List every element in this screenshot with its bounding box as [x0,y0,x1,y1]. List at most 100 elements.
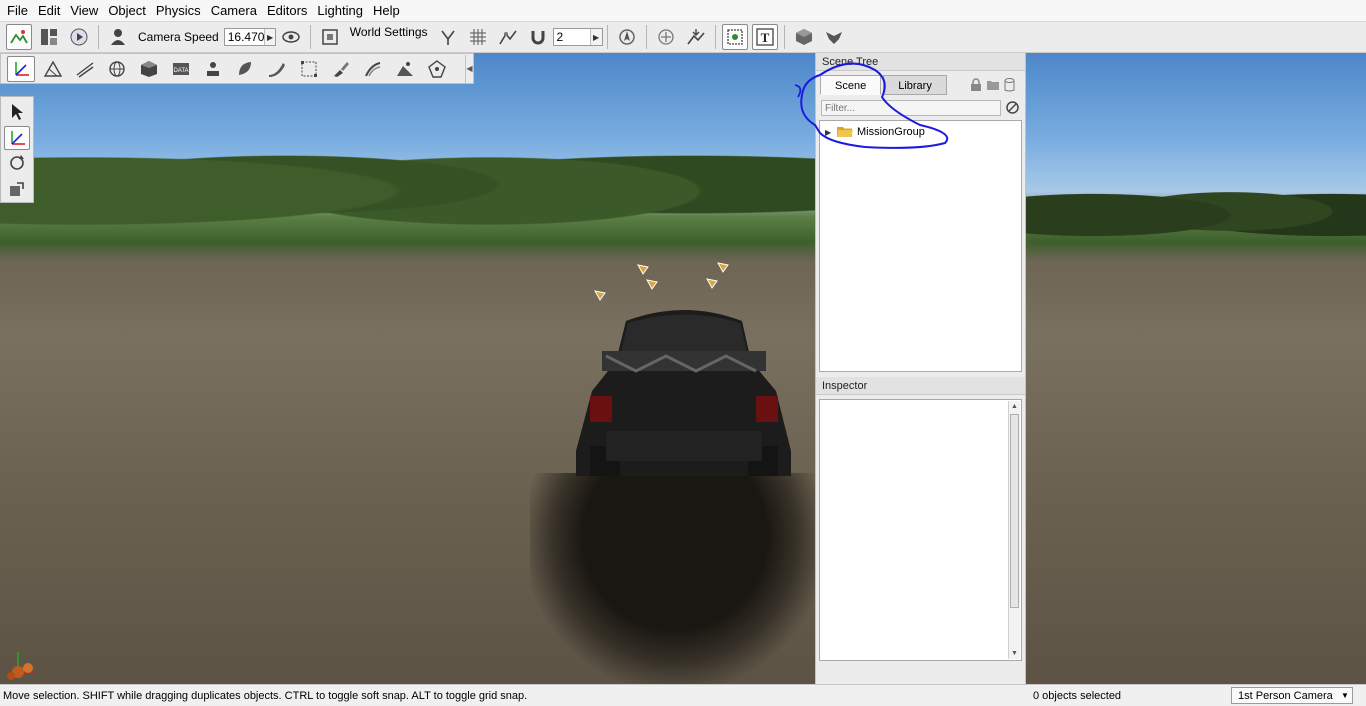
magnet-snap-button[interactable] [525,24,551,50]
move-axes-icon [15,61,29,76]
forest-background-right [1025,173,1366,243]
forest-tool-button[interactable] [231,56,259,82]
text-icon: T [755,28,774,46]
scroll-thumb[interactable] [1010,414,1019,608]
decal-tool-button[interactable] [327,56,355,82]
wings-icon [825,32,842,44]
menu-view[interactable]: View [65,0,103,22]
menu-object[interactable]: Object [103,0,151,22]
snap-settings-button[interactable] [435,24,461,50]
chevron-right-icon[interactable]: ▶ [264,29,275,45]
tree-item-missiongroup[interactable]: ▶ MissionGroup [825,124,925,140]
object-marker-icon[interactable] [705,277,719,289]
menu-camera[interactable]: Camera [206,0,262,22]
vehicle-model[interactable] [576,301,792,485]
navmesh-tool-button[interactable] [423,56,451,82]
toolbar-separator [714,25,716,49]
play-game-button[interactable] [66,24,92,50]
clear-filter-icon[interactable] [1005,100,1020,115]
scene-filter-input[interactable] [821,100,1001,116]
object-marker-icon[interactable] [716,261,730,273]
scale-icon [10,182,24,197]
inspector-panel[interactable]: ▲ ▼ [819,399,1022,661]
scroll-up-icon[interactable]: ▲ [1009,401,1020,412]
menu-help[interactable]: Help [368,0,405,22]
data-block-icon: DATA [173,62,189,75]
vehicle-button[interactable] [821,24,847,50]
terrain-snap-button[interactable] [495,24,521,50]
menu-lighting[interactable]: Lighting [312,0,368,22]
object-marker-icon[interactable] [636,263,650,275]
new-folder-icon[interactable] [985,77,1000,92]
grid-snap-button[interactable] [465,24,491,50]
box-tool-button[interactable] [135,56,163,82]
tab-scene[interactable]: Scene [820,75,882,95]
navmesh-icon [428,59,446,78]
expand-arrow-icon[interactable]: ▶ [825,128,835,137]
camera-speed-field[interactable]: 16.470 ▶ [223,28,276,46]
user-icon [111,29,125,45]
ramp-icon [269,62,285,77]
mesh-tool-button[interactable] [39,56,67,82]
inspector-title: Inspector [816,377,1025,395]
select-box-icon [726,29,743,45]
fit-view-button[interactable] [614,24,640,50]
drop-to-terrain-button[interactable] [683,24,709,50]
move-tool-button[interactable] [7,55,35,82]
rotate-tool-button[interactable] [4,152,30,176]
toolbar-separator [309,25,311,49]
toolbar-separator [606,25,608,49]
object-selection-button[interactable] [721,24,748,50]
road-tool-button[interactable] [71,56,99,82]
menu-edit[interactable]: Edit [33,0,65,22]
river-tool-button[interactable] [263,56,291,82]
lock-icon[interactable] [968,77,983,92]
tab-library[interactable]: Library [883,75,947,95]
object-marker-icon[interactable] [593,289,607,301]
select-tool-button[interactable] [4,100,30,124]
sphere-tool-button[interactable] [103,56,131,82]
menu-physics[interactable]: Physics [151,0,206,22]
grid-icon [469,29,486,45]
selection-count: 0 objects selected [1033,689,1122,702]
delete-icon[interactable] [1002,77,1017,92]
object-marker-icon[interactable] [645,278,659,290]
world-settings-label[interactable]: World Settings [350,25,428,39]
scene-tree-list[interactable]: ▶ MissionGroup [819,120,1022,372]
menu-bar: File Edit View Object Physics Camera Edi… [0,0,1366,22]
scale-tool-button[interactable] [4,177,30,201]
translate-axes-icon [11,130,25,145]
mesh-road-button[interactable] [359,56,387,82]
terrain-snap-icon [498,30,517,45]
physics-button[interactable] [791,24,817,50]
text-labels-button[interactable]: T [751,24,778,50]
snap-icon [440,30,455,45]
camera-user-button[interactable] [105,24,131,50]
data-tool-button[interactable]: DATA [167,56,195,82]
gui-editor-button[interactable] [36,24,62,50]
leaf-icon [239,61,251,75]
translate-tool-button[interactable] [4,125,30,150]
screenshot-button[interactable] [317,24,343,50]
toolbar-separator [645,25,647,49]
collapse-palette-icon[interactable]: ◀ [465,54,473,83]
menu-editors[interactable]: Editors [262,0,312,22]
chevron-down-icon[interactable]: ▼ [1338,691,1352,700]
chevron-right-icon[interactable]: ▶ [589,29,602,45]
snap-value-field[interactable]: 2 ▶ [552,28,603,46]
visibility-button[interactable] [278,24,304,50]
inspector-scrollbar[interactable]: ▲ ▼ [1008,401,1020,659]
camera-mode-select[interactable]: 1st Person Camera ▼ [1231,687,1353,704]
drop-at-camera-button[interactable] [653,24,679,50]
cursor-icon [12,103,23,120]
svg-text:DATA: DATA [173,68,188,74]
scroll-down-icon[interactable]: ▼ [1009,648,1020,659]
spawn-tool-button[interactable] [199,56,227,82]
scene-viewport[interactable] [0,53,1366,684]
drop-terrain-icon [686,29,705,45]
terrain-paint-button[interactable] [391,56,419,82]
world-editor-button[interactable] [6,24,32,50]
menu-file[interactable]: File [2,0,33,22]
transform-palette [0,96,34,203]
bounds-tool-button[interactable] [295,56,323,82]
